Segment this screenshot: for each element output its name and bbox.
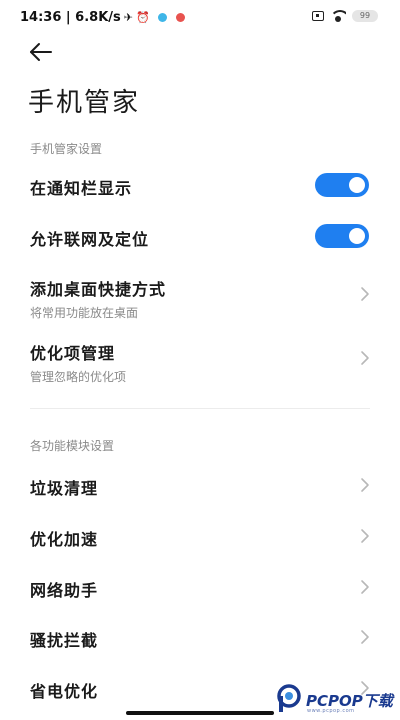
setting-network-assistant[interactable]: 网络助手 [0,570,400,604]
setting-harassment-blocking[interactable]: 骚扰拦截 [0,620,400,654]
setting-subtitle: 将常用功能放在桌面 [30,306,139,320]
toggle-knob [349,177,365,193]
setting-subtitle: 管理忽略的优化项 [30,370,127,384]
setting-title: 允许联网及定位 [30,230,150,249]
setting-optimization-management[interactable]: 优化项管理 管理忽略的优化项 [0,334,400,384]
wifi-icon [330,10,346,22]
pcpop-logo-icon [277,684,301,712]
setting-show-in-notification-bar[interactable]: 在通知栏显示 [0,168,400,202]
section-header-modules: 各功能模块设置 [30,439,115,453]
setting-title: 优化加速 [30,530,99,549]
notification-bar-toggle[interactable] [315,173,369,197]
setting-title: 添加桌面快捷方式 [30,280,167,299]
watermark-sub: www.pcpop.com [307,708,355,714]
status-left: 14:36 | 6.8K/s ✈ ⏰ [20,10,185,25]
chevron-right-icon [361,630,369,644]
watermark: PCPOP下载 www.pcpop.com [276,684,400,716]
back-button[interactable] [28,40,58,66]
app-notification-icon [157,13,167,22]
page-title: 手机管家 [28,88,141,118]
network-location-toggle[interactable] [315,224,369,248]
setting-title: 在通知栏显示 [30,179,133,198]
notification-icon: ✈ [123,11,133,24]
chevron-right-icon [361,351,369,365]
setting-title: 垃圾清理 [30,479,99,498]
setting-title: 骚扰拦截 [30,631,99,650]
status-bar: 14:36 | 6.8K/s ✈ ⏰ 99 [0,0,400,36]
chevron-right-icon [361,287,369,301]
chevron-right-icon [361,580,369,594]
setting-add-desktop-shortcut[interactable]: 添加桌面快捷方式 将常用功能放在桌面 [0,270,400,320]
home-indicator[interactable] [126,711,274,715]
setting-title: 优化项管理 [30,344,116,363]
toggle-knob [349,228,365,244]
setting-title: 网络助手 [30,581,99,600]
chevron-right-icon [361,478,369,492]
chevron-right-icon [361,529,369,543]
section-divider [30,408,370,409]
setting-speed-boost[interactable]: 优化加速 [0,519,400,553]
status-right: 99 [312,10,378,22]
status-time-speed: 14:36 | 6.8K/s [20,10,121,25]
setting-junk-cleanup[interactable]: 垃圾清理 [0,468,400,502]
nfc-icon [312,11,324,21]
app-notification-icon-2 [175,13,185,22]
setting-allow-network-location[interactable]: 允许联网及定位 [0,219,400,253]
arrow-left-icon [30,43,52,61]
alarm-icon: ⏰ [136,11,150,24]
setting-title: 省电优化 [30,682,99,701]
battery-icon: 99 [352,10,378,22]
section-header-phone-manager: 手机管家设置 [30,142,103,156]
